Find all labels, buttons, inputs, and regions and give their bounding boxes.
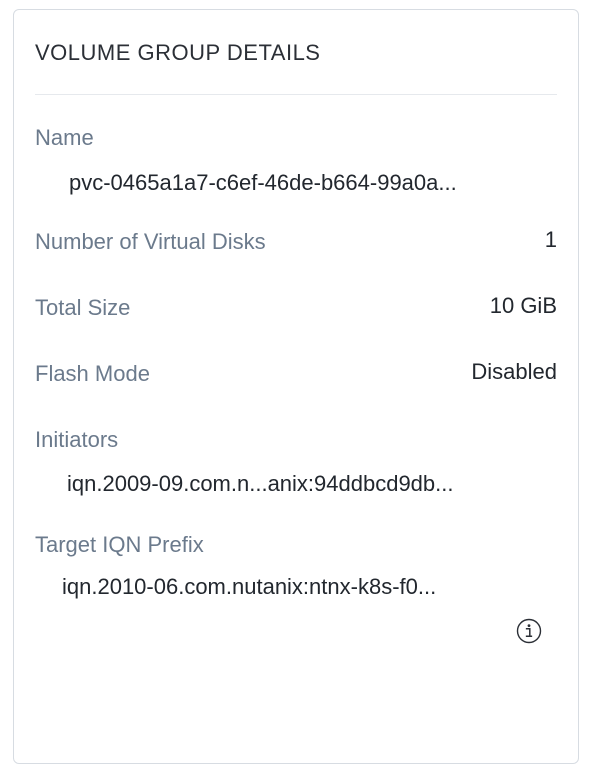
target-iqn-prefix-label: Target IQN Prefix (35, 532, 204, 557)
card-title: VOLUME GROUP DETAILS (35, 40, 321, 65)
virtual-disks-value: 1 (544, 227, 557, 252)
virtual-disks-label: Number of Virtual Disks (35, 229, 266, 254)
flash-mode-label: Flash Mode (35, 361, 150, 386)
initiators-label: Initiators (35, 427, 119, 452)
total-size-label: Total Size (35, 295, 131, 320)
flash-mode-value: Disabled (471, 359, 557, 384)
volume-group-details-card: VOLUME GROUP DETAILS Name pvc-0465a1a7-c… (13, 9, 579, 764)
target-iqn-prefix-value: iqn.2010-06.com.nutanix:ntnx-k8s-f0... (62, 574, 437, 599)
name-label: Name (35, 125, 94, 150)
initiators-value: iqn.2009-09.com.n...anix:94ddbcd9db... (67, 471, 454, 496)
total-size-value: 10 GiB (489, 293, 557, 318)
info-circle-icon[interactable] (516, 618, 542, 644)
title-divider (35, 94, 557, 95)
name-value: pvc-0465a1a7-c6ef-46de-b664-99a0a... (69, 170, 457, 195)
